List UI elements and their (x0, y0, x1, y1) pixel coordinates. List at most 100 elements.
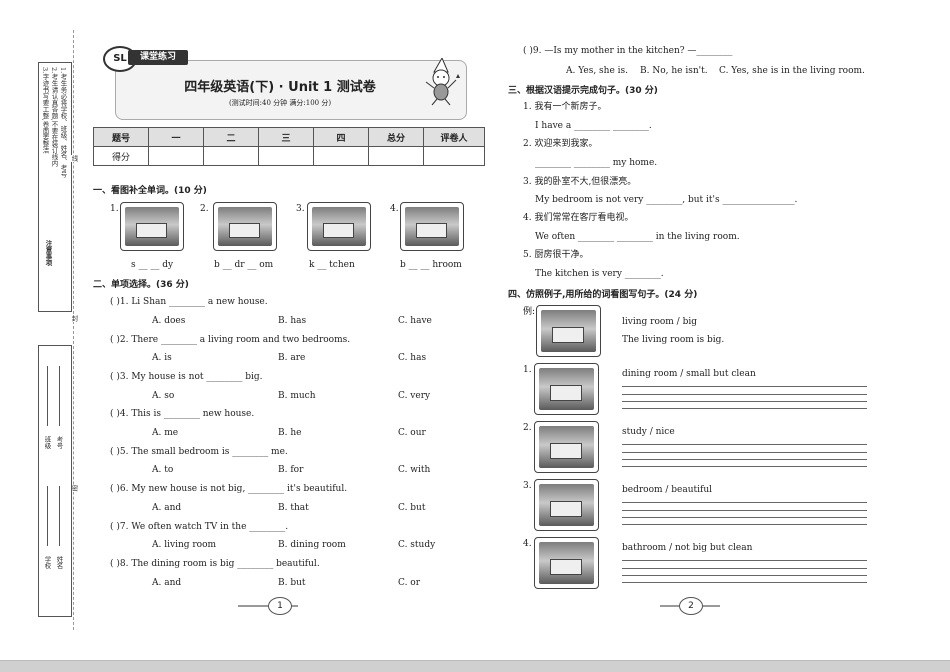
student-info-box: 学校 姓名 班级 考号 (38, 345, 72, 617)
bathroom-picture-2 (534, 537, 599, 589)
class-label: 班级 (43, 436, 51, 449)
mc-option[interactable]: B. he (278, 427, 301, 439)
section3-title: 三、根据汉语提示完成句子。(30 分) (508, 86, 658, 96)
mc-option[interactable]: A. and (152, 577, 181, 589)
class-field[interactable] (47, 366, 48, 426)
example-prompt: living room / big (622, 317, 697, 327)
answer-line[interactable] (622, 444, 867, 445)
mc-option[interactable]: A. and (152, 502, 181, 514)
answer-line[interactable] (622, 575, 867, 576)
word-blank[interactable]: b __ dr __ om (214, 259, 273, 271)
pic-num: 2. (200, 204, 209, 214)
word-blank[interactable]: b __ __ hroom (400, 259, 462, 271)
mc-option[interactable]: C. with (398, 464, 430, 476)
study-picture-2 (534, 421, 599, 473)
fill-sentence[interactable]: My bedroom is not very ________, but it'… (535, 194, 797, 206)
word-blank[interactable]: k __ tchen (309, 259, 355, 271)
cn-prompt: 5. 厨房很干净。 (523, 250, 589, 260)
bedroom-picture-2 (534, 479, 599, 531)
mc-question[interactable]: ( )6. My new house is not big, ________ … (110, 483, 347, 495)
logo-ribbon: 课堂练习 (128, 50, 188, 65)
notes-box: 3.字迹书写要工整,卷面要整洁 2.考生请认真答题,不要在装订线内 1.考生务必… (38, 62, 72, 312)
score-header-cell: 三 (258, 127, 314, 147)
write-prompt: bedroom / beautiful (622, 485, 713, 495)
score-cell[interactable] (423, 146, 485, 166)
mc-option[interactable]: B. dining room (278, 539, 346, 551)
mc-option[interactable]: B. much (278, 390, 316, 402)
mc-option[interactable]: A. me (152, 427, 178, 439)
mc-question[interactable]: ( )1. Li Shan ________ a new house. (110, 296, 268, 308)
fill-sentence[interactable]: I have a ________ ________. (535, 120, 652, 132)
fill-sentence[interactable]: We often ________ ________ in the living… (535, 231, 740, 243)
page-number-2: 2 (679, 597, 703, 615)
score-cell[interactable] (368, 146, 424, 166)
mc-question[interactable]: ( )9. —Is my mother in the kitchen? —___… (523, 45, 732, 57)
score-header-cell: 一 (148, 127, 204, 147)
pic-num: 1. (110, 204, 119, 214)
answer-line[interactable] (622, 408, 867, 409)
fill-sentence[interactable]: ________ ________ my home. (535, 157, 657, 169)
answer-line[interactable] (622, 466, 867, 467)
answer-line[interactable] (622, 560, 867, 561)
school-field[interactable] (47, 486, 48, 546)
answer-line[interactable] (622, 568, 867, 569)
mc-question[interactable]: ( )3. My house is not ________ big. (110, 371, 262, 383)
score-header-cell: 二 (203, 127, 259, 147)
mc-option[interactable]: C. our (398, 427, 426, 439)
number-field[interactable] (59, 366, 60, 426)
score-cell[interactable] (258, 146, 314, 166)
write-prompt: bathroom / not big but clean (622, 543, 753, 553)
mc-option[interactable]: B. No, he isn't. (640, 65, 708, 77)
answer-line[interactable] (622, 394, 867, 395)
score-cell[interactable] (203, 146, 259, 166)
mc-option[interactable]: B. has (278, 315, 306, 327)
mc-option[interactable]: A. does (152, 315, 185, 327)
write-prompt: dining room / small but clean (622, 369, 756, 379)
mc-option[interactable]: B. that (278, 502, 309, 514)
answer-line[interactable] (622, 510, 867, 511)
answer-line[interactable] (622, 502, 867, 503)
cat-mascot-icon (425, 58, 460, 106)
mc-option[interactable]: C. Yes, she is in the living room. (719, 65, 865, 77)
mc-option[interactable]: C. or (398, 577, 420, 589)
mc-option[interactable]: A. is (152, 352, 172, 364)
score-header-cell: 总分 (368, 127, 424, 147)
mc-option[interactable]: B. but (278, 577, 306, 589)
score-cell[interactable] (148, 146, 204, 166)
fill-sentence[interactable]: The kitchen is very ________. (535, 268, 664, 280)
page-number-1: 1 (268, 597, 292, 615)
mc-question[interactable]: ( )2. There ________ a living room and t… (110, 334, 350, 346)
mc-option[interactable]: A. so (152, 390, 174, 402)
mc-question[interactable]: ( )4. This is ________ new house. (110, 408, 254, 420)
mc-option[interactable]: C. has (398, 352, 426, 364)
section1-title: 一、看图补全单词。(10 分) (93, 186, 207, 196)
answer-line[interactable] (622, 582, 867, 583)
cn-prompt: 3. 我的卧室不大,但很漂亮。 (523, 177, 637, 187)
mc-option[interactable]: B. for (278, 464, 303, 476)
binding-line (73, 30, 74, 630)
mc-option[interactable]: C. have (398, 315, 432, 327)
mc-question[interactable]: ( )8. The dining room is big ________ be… (110, 558, 320, 570)
answer-line[interactable] (622, 452, 867, 453)
mc-option[interactable]: A. to (152, 464, 173, 476)
item-num: 1. (523, 365, 532, 375)
answer-line[interactable] (622, 401, 867, 402)
mc-option[interactable]: C. but (398, 502, 425, 514)
score-table: 题号 一 二 三 四 总分 评卷人 得分 (93, 127, 485, 166)
answer-line[interactable] (622, 524, 867, 525)
answer-line[interactable] (622, 386, 867, 387)
word-blank[interactable]: s __ __ dy (131, 259, 173, 271)
mc-question[interactable]: ( )5. The small bedroom is ________ me. (110, 446, 288, 458)
mc-option[interactable]: A. living room (152, 539, 216, 551)
mc-option[interactable]: C. very (398, 390, 430, 402)
answer-line[interactable] (622, 517, 867, 518)
binding-char-2: 封 (70, 315, 78, 322)
mc-option[interactable]: B. are (278, 352, 305, 364)
mc-question[interactable]: ( )7. We often watch TV in the ________. (110, 521, 288, 533)
name-field[interactable] (59, 486, 60, 546)
mc-option[interactable]: A. Yes, she is. (566, 65, 628, 77)
mc-option[interactable]: C. study (398, 539, 435, 551)
answer-line[interactable] (622, 459, 867, 460)
score-cell[interactable] (313, 146, 369, 166)
dining-room-picture (534, 363, 599, 415)
